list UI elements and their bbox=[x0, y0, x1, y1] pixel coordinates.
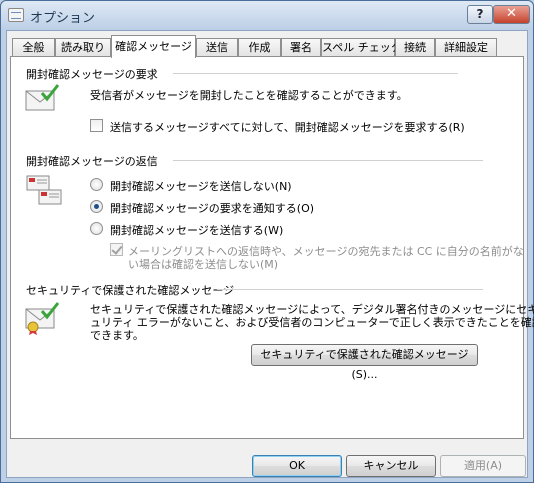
tab-read[interactable]: 読み取り bbox=[55, 38, 111, 57]
reply-section-title: 開封確認メッセージの返信 bbox=[26, 155, 158, 168]
request-all-receipts-checkbox[interactable] bbox=[90, 119, 103, 132]
title-bar[interactable]: オプション ? ✕ bbox=[1, 1, 533, 30]
always-send-receipt-radio[interactable] bbox=[90, 222, 103, 235]
ok-button[interactable]: OK bbox=[252, 455, 342, 477]
help-button[interactable]: ? bbox=[467, 5, 493, 24]
tab-advanced[interactable]: 詳細設定 bbox=[435, 38, 497, 57]
tab-receipts[interactable]: 確認メッセージ bbox=[111, 35, 196, 58]
request-all-receipts-label[interactable]: 送信するメッセージすべてに対して、開封確認メッセージを要求する(R) bbox=[110, 119, 465, 135]
cancel-button[interactable]: キャンセル bbox=[346, 455, 436, 477]
tab-spelling[interactable]: スペル チェック bbox=[321, 38, 402, 57]
skip-mailing-list-checkbox[interactable] bbox=[110, 243, 123, 256]
tab-send[interactable]: 送信 bbox=[196, 38, 238, 57]
reply-section-divider bbox=[173, 160, 483, 161]
tab-compose[interactable]: 作成 bbox=[238, 38, 281, 57]
tab-general[interactable]: 全般 bbox=[12, 38, 55, 57]
secure-receipt-certificate-icon bbox=[25, 302, 59, 335]
never-send-receipt-radio[interactable] bbox=[90, 178, 103, 191]
read-receipt-envelope-icon bbox=[25, 84, 59, 111]
request-section-title: 開封確認メッセージの要求 bbox=[26, 68, 158, 81]
receipts-panel: 開封確認メッセージの要求 受信者がメッセージを開封したことを確認することができま… bbox=[10, 56, 534, 439]
request-section-divider bbox=[173, 73, 458, 74]
reply-receipt-envelopes-icon bbox=[26, 175, 62, 205]
options-dialog: オプション ? ✕ 全般 読み取り 確認メッセージ 送信 作成 署名 スペル チ… bbox=[0, 0, 534, 483]
secure-section-title: セキュリティで保護された確認メッセージ bbox=[26, 284, 235, 297]
tab-signatures[interactable]: 署名 bbox=[281, 38, 321, 57]
secure-description-line2: ュリティ エラーがないこと、および受信者のコンピューターで正しく表示できたことを… bbox=[90, 316, 534, 329]
close-button[interactable]: ✕ bbox=[493, 5, 530, 24]
always-send-receipt-label[interactable]: 開封確認メッセージを送信する(W) bbox=[110, 222, 283, 238]
secure-description-line3: できます。 bbox=[90, 329, 144, 342]
tab-connection[interactable]: 接続 bbox=[395, 38, 435, 57]
apply-button[interactable]: 適用(A) bbox=[440, 455, 526, 477]
skip-mailing-list-label-line2[interactable]: い場合は確認を送信しない(M) bbox=[128, 256, 278, 272]
secure-receipts-button[interactable]: セキュリティで保護された確認メッセージ(S)... bbox=[251, 344, 478, 381]
dialog-body: 全般 読み取り 確認メッセージ 送信 作成 署名 スペル チェック 接続 詳細設… bbox=[6, 30, 534, 478]
notify-receipt-request-label[interactable]: 開封確認メッセージの要求を通知する(O) bbox=[110, 200, 314, 216]
notify-receipt-request-radio[interactable] bbox=[90, 200, 103, 213]
window-title: オプション bbox=[30, 11, 96, 26]
app-window-icon bbox=[8, 8, 24, 22]
request-description: 受信者がメッセージを開封したことを確認することができます。 bbox=[90, 89, 408, 102]
never-send-receipt-label[interactable]: 開封確認メッセージを送信しない(N) bbox=[110, 178, 292, 194]
secure-section-divider bbox=[217, 289, 483, 290]
